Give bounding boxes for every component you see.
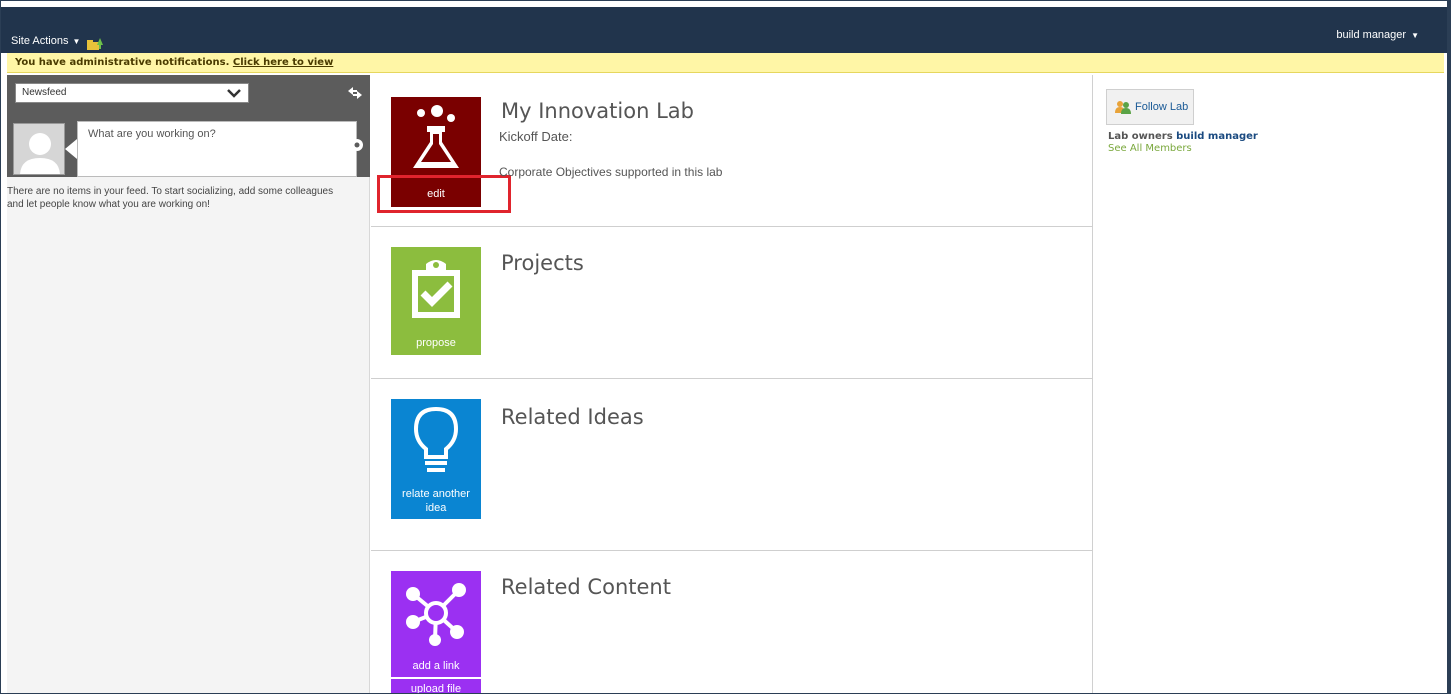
user-name-label: build manager: [1336, 29, 1407, 41]
navigate-up-icon[interactable]: [87, 37, 103, 51]
admin-notification-bar: You have administrative notifications. C…: [7, 53, 1444, 73]
content-section: add a link upload file Related Content: [371, 551, 1093, 693]
lab-content: edit My Innovation Lab Kickoff Date: Cor…: [371, 75, 1093, 693]
projects-tile: propose: [391, 247, 481, 355]
lab-title: My Innovation Lab: [501, 99, 694, 123]
see-all-members-link[interactable]: See All Members: [1108, 143, 1192, 154]
top-bar: Site Actions ▼ build manager ▼: [1, 1, 1447, 53]
lab-section: edit My Innovation Lab Kickoff Date: Cor…: [371, 75, 1093, 227]
refresh-icon[interactable]: [346, 85, 364, 101]
post-area: What are you working on?: [7, 111, 370, 177]
post-pointer: [65, 139, 77, 159]
flask-icon: [413, 105, 459, 168]
projects-tile-image: [391, 247, 481, 331]
follow-lab-label: Follow Lab: [1135, 101, 1189, 113]
user-menu[interactable]: build manager ▼: [1336, 29, 1419, 41]
ideas-tile-image: [391, 399, 481, 483]
projects-section: propose Projects: [371, 227, 1093, 379]
site-actions-menu[interactable]: Site Actions ▼: [11, 35, 80, 47]
page-frame: Site Actions ▼ build manager ▼ You have …: [0, 0, 1451, 694]
owner-name-link[interactable]: build manager: [1176, 131, 1258, 142]
lab-tile: edit: [391, 97, 481, 207]
propose-project-button[interactable]: propose: [391, 331, 481, 355]
chevron-down-icon: [227, 89, 241, 98]
post-input[interactable]: What are you working on?: [77, 121, 357, 177]
lab-tile-image: [391, 97, 481, 181]
newsfeed-select-value: Newsfeed: [22, 87, 67, 98]
caret-down-icon: ▼: [72, 36, 81, 46]
newsfeed-select[interactable]: Newsfeed: [15, 83, 249, 103]
ideas-title: Related Ideas: [501, 405, 644, 429]
lab-owners: Lab owners build manager: [1108, 131, 1258, 142]
notification-text: You have administrative notifications.: [15, 57, 230, 68]
newsfeed-header: Newsfeed: [7, 75, 370, 111]
content-title: Related Content: [501, 575, 671, 599]
notification-link[interactable]: Click here to view: [233, 57, 333, 68]
gear-icon[interactable]: [353, 135, 365, 155]
site-actions-label: Site Actions: [11, 35, 69, 47]
kickoff-date-label: Kickoff Date:: [499, 129, 573, 144]
clipboard-check-icon: [412, 260, 460, 318]
upload-file-button[interactable]: upload file: [391, 677, 481, 693]
lab-sidebar: Follow Lab Lab owners build manager See …: [1094, 75, 1444, 693]
network-icon: [406, 583, 466, 646]
avatar: [13, 123, 65, 175]
follow-lab-button[interactable]: Follow Lab: [1106, 89, 1194, 125]
content-tile: add a link upload file: [391, 571, 481, 693]
feed-empty-message: There are no items in your feed. To star…: [7, 186, 334, 210]
objectives-text: Corporate Objectives supported in this l…: [499, 165, 723, 179]
relate-idea-button[interactable]: relate another idea: [391, 483, 481, 519]
lightbulb-icon: [413, 406, 459, 472]
projects-title: Projects: [501, 251, 584, 275]
newsfeed-panel: Newsfeed What are you working on? There …: [7, 75, 370, 693]
ideas-section: relate another idea Related Ideas: [371, 379, 1093, 551]
ideas-tile: relate another idea: [391, 399, 481, 519]
add-link-button[interactable]: add a link: [391, 655, 481, 677]
content-tile-image: [391, 571, 481, 655]
caret-down-icon: ▼: [1411, 30, 1419, 40]
edit-lab-button[interactable]: edit: [391, 181, 481, 207]
people-icon: [1115, 101, 1131, 114]
lab-owners-label: Lab owners: [1108, 131, 1173, 142]
